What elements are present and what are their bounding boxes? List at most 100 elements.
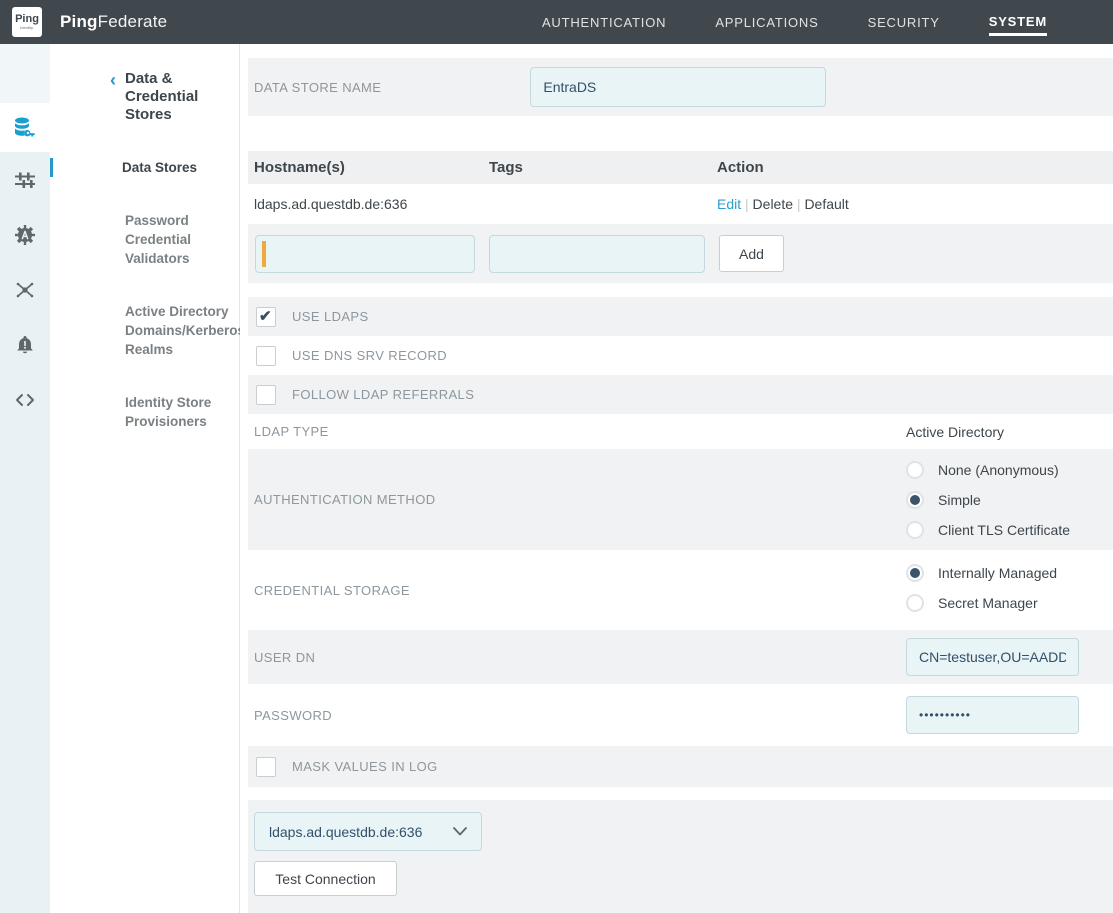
pipe-separator: |	[797, 196, 801, 212]
primary-nav: AUTHENTICATION APPLICATIONS SECURITY SYS…	[542, 8, 1113, 36]
top-bar: Ping Identity. PingFederate AUTHENTICATI…	[0, 0, 1113, 44]
action-cell: Edit | Delete | Default	[717, 196, 849, 212]
column-action: Action	[717, 159, 764, 176]
icon-rail	[0, 44, 50, 913]
add-host-row: Add	[248, 224, 1113, 283]
column-tags: Tags	[489, 159, 717, 176]
delete-link[interactable]: Delete	[753, 196, 793, 212]
add-button[interactable]: Add	[719, 235, 784, 272]
authentication-method-options: None (Anonymous) Simple Client TLS Certi…	[906, 449, 1070, 550]
auth-client-tls-radio[interactable]	[906, 521, 924, 539]
hostname-cell: ldaps.ad.questdb.de:636	[254, 196, 489, 212]
secret-manager-radio[interactable]	[906, 594, 924, 612]
credential-storage-options: Internally Managed Secret Manager	[906, 550, 1057, 630]
column-hostnames: Hostname(s)	[254, 159, 489, 176]
internally-managed-radio[interactable]	[906, 564, 924, 582]
nav-security[interactable]: SECURITY	[868, 9, 940, 36]
app-window: Ping Identity. PingFederate AUTHENTICATI…	[0, 0, 1113, 913]
sidebar-item-data-stores[interactable]: Data Stores	[50, 158, 240, 177]
sidebar-item-ad-domains-kerberos[interactable]: Active Directory Domains/Kerberos Realms	[50, 302, 240, 359]
user-dn-input[interactable]	[906, 638, 1079, 676]
credential-storage-row: CREDENTIAL STORAGE Internally Managed Se…	[248, 550, 1113, 630]
authentication-method-row: AUTHENTICATION METHOD None (Anonymous) S…	[248, 449, 1113, 550]
logo-subtext: Identity.	[20, 26, 34, 30]
data-store-name-row: DATA STORE NAME	[248, 58, 1113, 116]
rail-item-server[interactable]	[0, 207, 50, 262]
admin-gear-icon	[13, 223, 37, 247]
edit-link[interactable]: Edit	[717, 196, 741, 212]
use-ldaps-label: USE LDAPS	[292, 309, 369, 324]
auth-none-radio[interactable]	[906, 461, 924, 479]
ldap-type-value: Active Directory	[906, 424, 1004, 440]
developer-code-icon	[13, 388, 37, 412]
mask-values-label: MASK VALUES IN LOG	[292, 759, 438, 774]
brand-bold: Ping	[60, 12, 98, 31]
rail-spacer	[0, 44, 50, 103]
rail-item-developer[interactable]	[0, 372, 50, 427]
credential-storage-label: CREDENTIAL STORAGE	[254, 583, 906, 598]
sidebar-header: ‹ Data & Credential Stores	[50, 70, 239, 124]
brand-light: Federate	[98, 12, 168, 31]
rail-item-settings[interactable]	[0, 152, 50, 207]
host-table-row: ldaps.ad.questdb.de:636 Edit | Delete | …	[248, 184, 1113, 224]
main-content: DATA STORE NAME Hostname(s) Tags Action …	[240, 44, 1113, 913]
sidebar-title: Data & Credential Stores	[125, 70, 239, 124]
secondary-sidebar: ‹ Data & Credential Stores Data Stores P…	[50, 44, 240, 913]
password-row: PASSWORD	[248, 684, 1113, 746]
back-chevron-icon[interactable]: ‹	[110, 71, 116, 89]
auth-client-tls-label: Client TLS Certificate	[938, 522, 1070, 538]
sidebar-items: Data Stores Password Credential Validato…	[50, 158, 239, 431]
auth-simple-radio[interactable]	[906, 491, 924, 509]
rail-item-notifications[interactable]	[0, 317, 50, 372]
authentication-method-label: AUTHENTICATION METHOD	[254, 449, 906, 550]
text-cursor	[262, 241, 266, 267]
test-connection-panel: ldaps.ad.questdb.de:636 Test Connection	[248, 800, 1113, 913]
host-select-value: ldaps.ad.questdb.de:636	[269, 824, 422, 840]
alerts-bell-icon	[13, 333, 37, 357]
host-select-dropdown[interactable]: ldaps.ad.questdb.de:636	[254, 812, 482, 851]
new-tags-input[interactable]	[489, 235, 705, 273]
ldap-type-label: LDAP TYPE	[254, 424, 906, 439]
data-stores-icon	[12, 116, 38, 140]
user-dn-label: USER DN	[254, 650, 906, 665]
data-store-name-label: DATA STORE NAME	[254, 80, 381, 95]
use-ldaps-row: USE LDAPS	[248, 297, 1113, 336]
sidebar-item-password-credential-validators[interactable]: Password Credential Validators	[50, 211, 240, 268]
mask-values-row: MASK VALUES IN LOG	[248, 746, 1113, 787]
mask-values-checkbox[interactable]	[256, 757, 276, 777]
nav-authentication[interactable]: AUTHENTICATION	[542, 9, 666, 36]
password-label: PASSWORD	[254, 708, 906, 723]
follow-ldap-referrals-checkbox[interactable]	[256, 385, 276, 405]
auth-simple-label: Simple	[938, 492, 981, 508]
pipe-separator: |	[745, 196, 749, 212]
logo-word: Ping	[15, 14, 39, 25]
use-ldaps-checkbox[interactable]	[256, 307, 276, 327]
use-dns-srv-checkbox[interactable]	[256, 346, 276, 366]
secret-manager-label: Secret Manager	[938, 595, 1038, 611]
use-dns-srv-row: USE DNS SRV RECORD	[248, 336, 1113, 375]
sidebar-item-identity-store-provisioners[interactable]: Identity Store Provisioners	[50, 393, 240, 431]
user-dn-row: USER DN	[248, 630, 1113, 684]
data-store-name-input[interactable]	[530, 67, 826, 107]
new-hostname-input[interactable]	[255, 235, 475, 273]
nav-system[interactable]: SYSTEM	[989, 8, 1047, 36]
chevron-down-icon	[453, 827, 467, 836]
rail-item-cluster[interactable]	[0, 262, 50, 317]
sidebar-item-label: Data Stores	[122, 158, 197, 177]
app-title: PingFederate	[60, 12, 167, 32]
settings-sliders-icon	[13, 168, 37, 192]
cluster-icon	[13, 278, 37, 302]
auth-none-label: None (Anonymous)	[938, 462, 1059, 478]
rail-item-data-stores[interactable]	[0, 103, 50, 152]
hosts-table-header: Hostname(s) Tags Action	[248, 151, 1113, 184]
default-link[interactable]: Default	[804, 196, 848, 212]
ping-identity-logo[interactable]: Ping Identity.	[12, 7, 42, 37]
nav-applications[interactable]: APPLICATIONS	[715, 9, 818, 36]
internally-managed-label: Internally Managed	[938, 565, 1057, 581]
test-connection-button[interactable]: Test Connection	[254, 861, 397, 896]
follow-ldap-referrals-row: FOLLOW LDAP REFERRALS	[248, 375, 1113, 414]
follow-ldap-referrals-label: FOLLOW LDAP REFERRALS	[292, 387, 474, 402]
ldap-type-row: LDAP TYPE Active Directory	[248, 414, 1113, 449]
password-input[interactable]	[906, 696, 1079, 734]
use-dns-srv-label: USE DNS SRV RECORD	[292, 348, 447, 363]
